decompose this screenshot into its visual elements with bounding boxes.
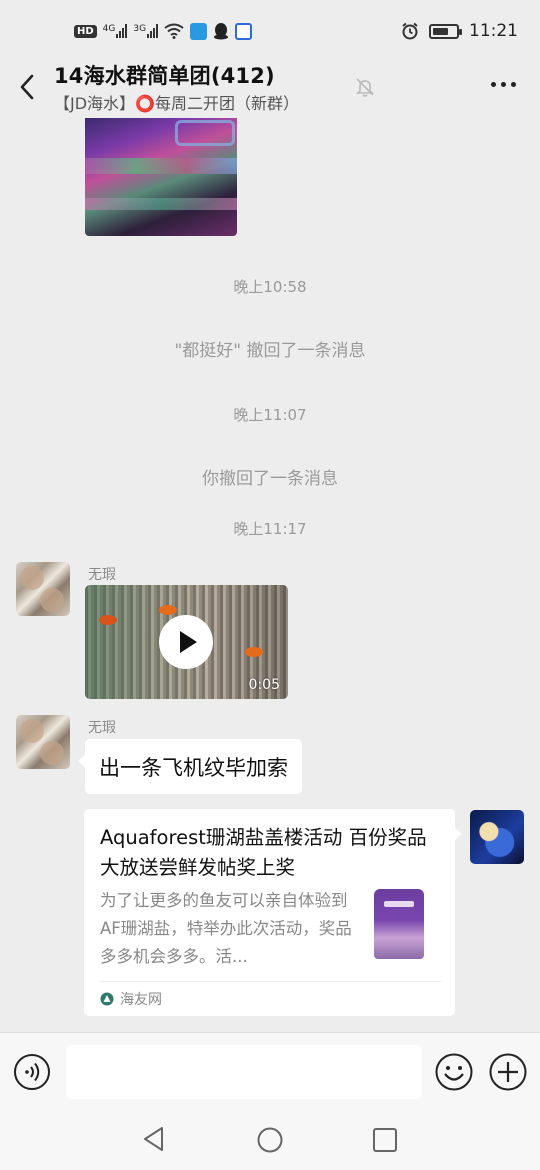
app-notification-icon xyxy=(190,22,208,40)
hd-icon: HD xyxy=(74,24,97,38)
input-bar xyxy=(0,1032,540,1112)
recall-notice: 你撤回了一条消息 xyxy=(202,469,338,489)
avatar[interactable] xyxy=(16,715,70,769)
emoji-icon[interactable] xyxy=(434,1052,474,1092)
divider xyxy=(100,981,441,982)
status-icons-left: HD 4G 3G xyxy=(74,22,253,40)
message-input[interactable] xyxy=(66,1045,422,1099)
nav-home-icon[interactable] xyxy=(256,1126,284,1154)
link-card-source: 海友网 xyxy=(100,987,162,1011)
signal-3g-icon: 3G xyxy=(133,24,159,38)
link-card-title: Aquaforest珊湖盐盖楼活动 百份奖品大放送尝鲜发帖奖上奖 xyxy=(100,826,427,879)
voice-icon[interactable] xyxy=(13,1053,51,1091)
battery-icon xyxy=(429,23,462,39)
plus-icon[interactable] xyxy=(488,1052,528,1092)
recall-notice: "都挺好" 撤回了一条消息 xyxy=(174,341,366,361)
clock: 11:21 xyxy=(469,21,518,41)
chat-messages[interactable]: 晚上10:58 "都挺好" 撤回了一条消息 晚上11:07 你撤回了一条消息 晚… xyxy=(0,118,540,1032)
link-card-thumbnail xyxy=(366,887,430,963)
sim1-label: 4G xyxy=(102,24,116,34)
text-message[interactable]: 出一条飞机纹毕加索 xyxy=(78,739,302,794)
timestamp: 晚上11:07 xyxy=(233,406,307,424)
previous-image-message[interactable] xyxy=(85,118,237,236)
video-duration: 0:05 xyxy=(248,677,280,693)
mute-bell-icon xyxy=(356,78,374,97)
alarm-icon xyxy=(402,22,418,40)
status-bar: HD 4G 3G 11:21 xyxy=(0,0,540,62)
signal-4g-icon: 4G xyxy=(103,24,128,38)
link-card-description: 为了让更多的鱼友可以亲自体验到AF珊湖盐，特举办此次活动，奖品多多机会多多。活.… xyxy=(100,891,352,966)
source-logo-icon xyxy=(100,992,114,1006)
timestamp: 晚上11:17 xyxy=(233,520,307,538)
wifi-icon xyxy=(164,23,184,39)
video-message[interactable]: 0:05 xyxy=(85,585,288,699)
back-icon[interactable] xyxy=(14,70,42,104)
sender-name: 无瑕 xyxy=(88,567,116,583)
status-icons-right: 11:21 xyxy=(401,21,518,41)
system-nav-bar xyxy=(0,1112,540,1170)
timestamp: 晚上10:58 xyxy=(233,278,307,296)
chat-header: 14海水群简单团(412) 【JD海水】⭕每周二开团（新群） xyxy=(0,56,540,118)
chat-subtitle: 【JD海水】⭕每周二开团（新群） xyxy=(54,94,299,113)
qq-icon xyxy=(214,23,229,40)
nav-recent-icon[interactable] xyxy=(372,1127,398,1153)
link-card-message[interactable]: Aquaforest珊湖盐盖楼活动 百份奖品大放送尝鲜发帖奖上奖 为了让更多的鱼… xyxy=(84,809,462,1016)
play-icon[interactable] xyxy=(159,615,213,669)
message-text: 出一条飞机纹毕加索 xyxy=(99,755,288,780)
nav-back-icon[interactable] xyxy=(140,1124,168,1154)
sim2-label: 3G xyxy=(133,24,147,34)
more-options-button[interactable] xyxy=(491,82,516,87)
avatar[interactable] xyxy=(16,562,70,616)
my-avatar[interactable] xyxy=(470,810,524,864)
sender-name: 无瑕 xyxy=(88,720,116,736)
chat-title: 14海水群简单团(412) xyxy=(54,64,275,88)
source-name: 海友网 xyxy=(120,992,162,1008)
baidu-icon xyxy=(235,22,253,40)
battery-fill xyxy=(433,27,449,35)
